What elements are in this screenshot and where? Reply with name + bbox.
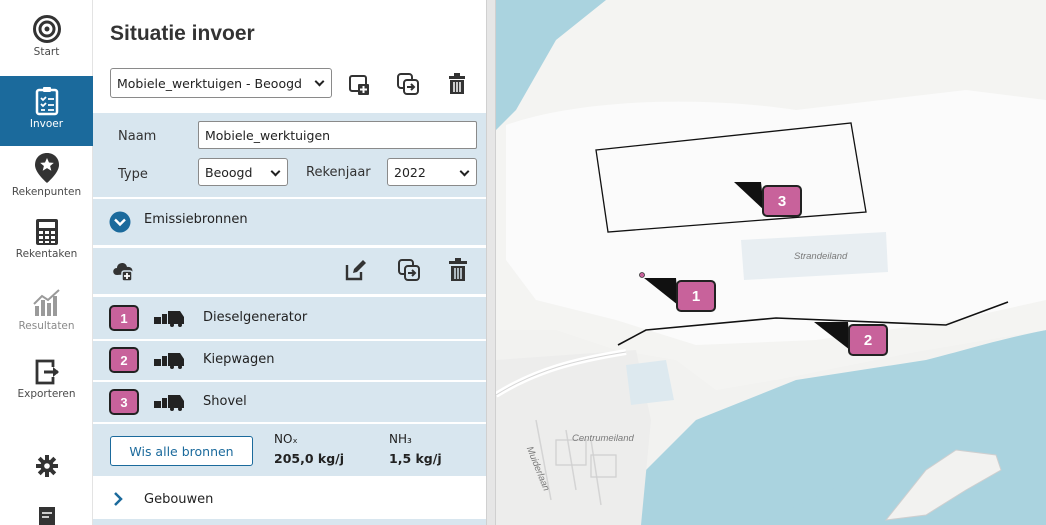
type-select[interactable]: Beoogd — [198, 158, 288, 186]
emissiebronnen-label: Emissiebronnen — [144, 212, 248, 227]
map-marker-1[interactable]: 1 — [676, 280, 716, 312]
source-row[interactable]: 1 Dieselgenerator — [93, 297, 488, 339]
chevron-down-icon — [270, 166, 281, 177]
map-label-strandeiland: Strandeiland — [794, 251, 848, 262]
nav-resultaten-label: Resultaten — [18, 320, 75, 332]
delete-source-icon[interactable] — [447, 258, 469, 282]
main-nav: Start Invoer Rekenpunten Rekentaken Resu… — [0, 0, 93, 525]
nav-rekentaken[interactable]: Rekentaken — [0, 218, 93, 274]
source-name: Shovel — [203, 394, 247, 409]
trash-icon[interactable] — [445, 72, 469, 96]
target-icon — [32, 15, 61, 43]
export-icon — [35, 359, 59, 385]
nav-more[interactable] — [0, 505, 93, 525]
nav-start[interactable]: Start — [0, 14, 93, 70]
nh3-label: NH₃ — [389, 432, 412, 446]
nav-rekenpunten-label: Rekenpunten — [11, 186, 82, 198]
panel-splitter[interactable] — [486, 0, 496, 525]
clipboard-icon — [35, 87, 58, 116]
map-marker-3[interactable]: 3 — [762, 185, 802, 217]
nav-invoer-label: Invoer — [29, 118, 64, 130]
source-name: Kiepwagen — [203, 352, 275, 367]
nh3-value: 1,5 kg/j — [389, 451, 442, 466]
nox-value: 205,0 kg/j — [274, 451, 345, 466]
gebouwen-label: Gebouwen — [144, 492, 214, 507]
emission-totals: Wis alle bronnen NOₓ 205,0 kg/j NH₃ 1,5 … — [93, 424, 488, 476]
chevron-right-icon — [114, 492, 123, 506]
source-name: Dieselgenerator — [203, 310, 308, 325]
type-select-value: Beoogd — [205, 164, 253, 180]
source-number-badge: 3 — [109, 389, 139, 415]
gebouwen-header[interactable]: Gebouwen — [93, 478, 488, 520]
nav-settings[interactable] — [0, 455, 93, 483]
type-label: Type — [118, 167, 148, 182]
map-marker-2[interactable]: 2 — [848, 324, 888, 356]
add-source-icon[interactable] — [111, 259, 137, 283]
edit-icon[interactable] — [345, 259, 367, 281]
bar-chart-icon — [32, 289, 60, 316]
chevron-down-icon — [314, 76, 325, 87]
nav-exporteren-label: Exporteren — [17, 388, 76, 400]
machinery-icon — [154, 353, 184, 369]
map-label-centrumeiland: Centrumeiland — [572, 433, 634, 444]
situation-select-value: Mobiele_werktuigen - Beoogd — [117, 75, 302, 91]
naam-label: Naam — [118, 129, 157, 144]
chevron-down-icon — [459, 166, 470, 177]
nav-invoer[interactable]: Invoer — [0, 76, 93, 146]
situation-properties: Naam Mobiele_werktuigen Type Beoogd Reke… — [93, 113, 488, 197]
map-canvas[interactable] — [496, 0, 1046, 525]
source-row[interactable]: 2 Kiepwagen — [93, 341, 488, 380]
machinery-icon — [154, 311, 184, 327]
next-section — [93, 519, 488, 525]
calculator-icon — [35, 219, 58, 245]
naam-input-value: Mobiele_werktuigen — [205, 127, 331, 143]
page-title: Situatie invoer — [110, 22, 255, 45]
nox-label: NOₓ — [274, 432, 298, 446]
situation-select[interactable]: Mobiele_werktuigen - Beoogd — [110, 68, 332, 98]
copy-situation-icon[interactable] — [396, 72, 420, 96]
rekenjaar-select[interactable]: 2022 — [387, 158, 477, 186]
source-number-badge: 2 — [109, 347, 139, 373]
source-number-badge: 1 — [109, 305, 139, 331]
nav-rekenpunten[interactable]: Rekenpunten — [0, 152, 93, 208]
sources-toolbar — [93, 248, 488, 294]
map-pin-icon — [34, 153, 59, 183]
emissiebronnen-header[interactable]: Emissiebronnen — [93, 199, 488, 245]
nav-start-label: Start — [33, 46, 60, 58]
gear-icon — [35, 455, 58, 477]
machinery-icon — [154, 395, 184, 411]
clear-sources-button[interactable]: Wis alle bronnen — [110, 436, 253, 466]
source-row[interactable]: 3 Shovel — [93, 382, 488, 422]
map-view[interactable]: Strandeiland Centrumeiland Muiderlaan 3 … — [496, 0, 1046, 525]
naam-input[interactable]: Mobiele_werktuigen — [198, 121, 477, 149]
new-situation-icon[interactable] — [347, 72, 371, 96]
nav-exporteren[interactable]: Exporteren — [0, 358, 93, 414]
situation-panel: Situatie invoer Mobiele_werktuigen - Beo… — [93, 0, 488, 525]
nav-rekentaken-label: Rekentaken — [15, 248, 78, 260]
rekenjaar-select-value: 2022 — [394, 164, 426, 180]
copy-source-icon[interactable] — [397, 258, 421, 282]
document-icon — [38, 507, 55, 525]
rekenjaar-label: Rekenjaar — [306, 165, 371, 180]
chevron-down-circle-icon — [109, 211, 131, 233]
nav-resultaten[interactable]: Resultaten — [0, 288, 93, 344]
